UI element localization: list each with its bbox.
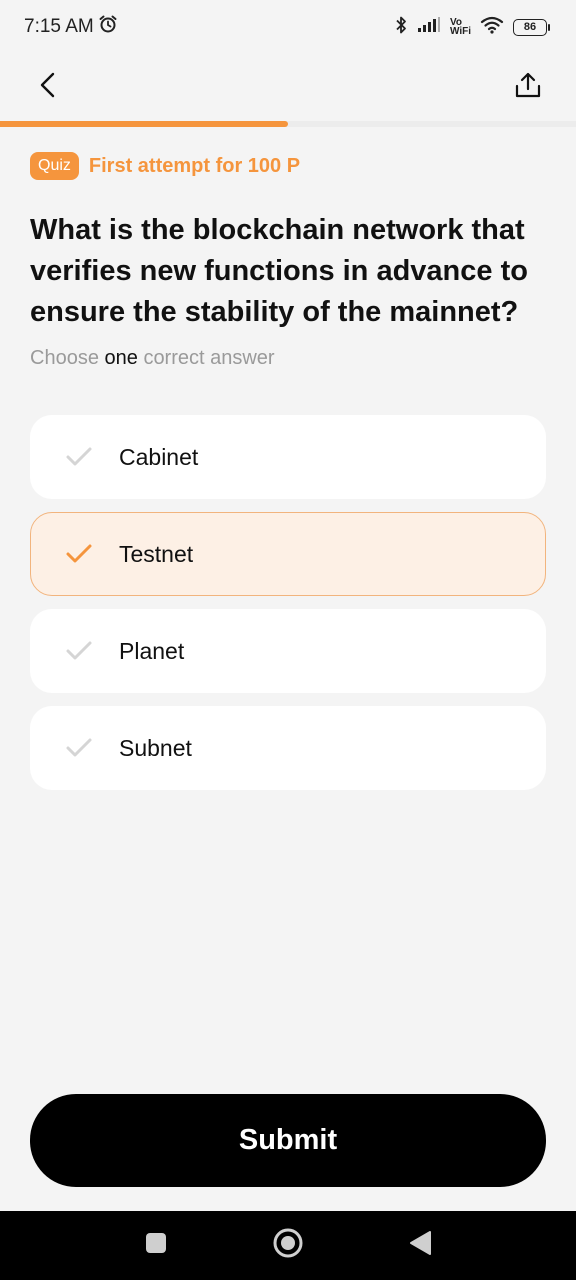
wifi-icon (480, 16, 504, 39)
vowifi-icon: Vo WiFi (449, 18, 471, 37)
top-nav (0, 54, 576, 120)
instruction-suffix: correct answer (143, 347, 275, 369)
system-nav-bar (0, 1211, 576, 1280)
battery-level: 86 (513, 18, 547, 36)
question-text: What is the blockchain network that veri… (30, 214, 528, 328)
answer-option-testnet[interactable]: Testnet (30, 512, 546, 596)
home-button[interactable] (268, 1226, 308, 1266)
answer-option-planet[interactable]: Planet (30, 609, 546, 693)
answer-options: Cabinet Testnet Planet Subnet (30, 415, 546, 803)
check-icon (64, 736, 94, 760)
share-icon (514, 71, 542, 104)
answer-option-label: Testnet (119, 540, 194, 567)
signal-icon (417, 16, 441, 38)
submit-button[interactable]: Submit (30, 1094, 546, 1187)
answer-option-cabinet[interactable]: Cabinet (30, 415, 546, 499)
progress-fill (0, 121, 288, 127)
check-icon (64, 639, 94, 663)
chevron-left-icon (37, 71, 59, 104)
instruction-prefix: Choose (30, 347, 99, 369)
alarm-icon (98, 14, 118, 40)
answer-option-label: Subnet (119, 734, 192, 761)
status-right: Vo WiFi 86 (394, 15, 550, 40)
battery-icon: 86 (513, 18, 550, 36)
instruction-emphasis: one (104, 347, 138, 369)
home-icon (272, 1227, 304, 1264)
quiz-reward: First attempt for 100 P (88, 154, 301, 177)
quiz-header: Quiz First attempt for 100 P (30, 150, 300, 182)
system-back-button[interactable] (400, 1226, 440, 1266)
check-icon (64, 542, 94, 566)
answer-instruction: Choose one correct answer (30, 347, 275, 370)
answer-option-subnet[interactable]: Subnet (30, 706, 546, 790)
recent-apps-icon (144, 1231, 168, 1260)
quiz-badge: Quiz (30, 152, 79, 180)
answer-option-label: Cabinet (119, 443, 199, 470)
bluetooth-icon (394, 15, 408, 40)
vowifi-bottom: WiFi (449, 26, 471, 37)
status-bar: 7:15 AM Vo WiFi 86 (0, 0, 576, 54)
status-time: 7:15 AM (24, 16, 94, 37)
check-icon (64, 445, 94, 469)
recent-apps-button[interactable] (136, 1226, 176, 1266)
status-left: 7:15 AM (24, 14, 118, 40)
answer-option-label: Planet (119, 637, 185, 664)
back-button[interactable] (28, 67, 68, 107)
share-button[interactable] (508, 67, 548, 107)
progress-bar (0, 121, 576, 127)
battery-tip (548, 23, 550, 31)
back-triangle-icon (408, 1230, 432, 1261)
